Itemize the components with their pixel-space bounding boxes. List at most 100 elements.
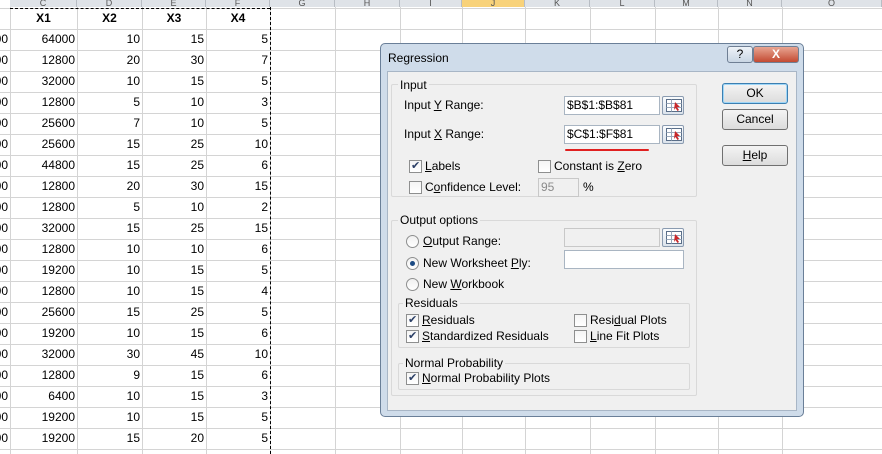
left-column-fragment[interactable]: 00 bbox=[0, 344, 10, 365]
table-cell[interactable]: 15 bbox=[142, 281, 206, 302]
table-cell[interactable]: 20 bbox=[77, 176, 142, 197]
table-cell[interactable]: 25 bbox=[142, 155, 206, 176]
dialog-titlebar[interactable]: Regression ? X bbox=[381, 44, 803, 71]
left-column-fragment[interactable]: 00 bbox=[0, 260, 10, 281]
table-cell[interactable]: 12800 bbox=[10, 176, 77, 197]
table-cell[interactable]: 12800 bbox=[10, 197, 77, 218]
table-cell[interactable]: 7 bbox=[206, 50, 270, 71]
table-cell[interactable]: 5 bbox=[206, 302, 270, 323]
table-cell[interactable]: 10 bbox=[77, 260, 142, 281]
left-column-fragment[interactable]: 00 bbox=[0, 218, 10, 239]
table-cell[interactable]: 6400 bbox=[10, 449, 77, 454]
table-cell[interactable]: 5 bbox=[206, 260, 270, 281]
left-column-fragment[interactable]: 00 bbox=[0, 92, 10, 113]
left-column-fragment[interactable]: 00 bbox=[0, 386, 10, 407]
table-cell[interactable]: 15 bbox=[142, 29, 206, 50]
labels-checkbox[interactable] bbox=[409, 159, 422, 173]
left-column-fragment[interactable]: 00 bbox=[0, 50, 10, 71]
left-column-fragment[interactable]: 00 bbox=[0, 281, 10, 302]
left-column-fragment[interactable]: 00 bbox=[0, 176, 10, 197]
table-cell[interactable]: 10 bbox=[142, 113, 206, 134]
residual-plots-checkbox[interactable] bbox=[574, 314, 587, 327]
left-column-fragment[interactable]: 00 bbox=[0, 239, 10, 260]
new-workbook-radio[interactable] bbox=[406, 278, 419, 291]
table-cell[interactable]: 10 bbox=[77, 407, 142, 428]
table-cell[interactable]: 15 bbox=[77, 302, 142, 323]
table-cell[interactable]: 15 bbox=[142, 260, 206, 281]
table-cell[interactable]: 10 bbox=[77, 281, 142, 302]
column-header-j[interactable]: J bbox=[462, 0, 525, 7]
input-y-range-field[interactable]: $B$1:$B$81 bbox=[564, 96, 660, 115]
table-cell[interactable]: 10 bbox=[77, 323, 142, 344]
table-cell[interactable]: 5 bbox=[77, 92, 142, 113]
table-cell[interactable]: 12800 bbox=[10, 92, 77, 113]
input-x-range-field[interactable]: $C$1:$F$81 bbox=[564, 125, 660, 144]
table-cell[interactable]: 2 bbox=[206, 197, 270, 218]
table-cell[interactable]: 10 bbox=[77, 71, 142, 92]
table-cell[interactable]: 15 bbox=[142, 323, 206, 344]
column-header-c[interactable]: C bbox=[10, 0, 77, 7]
output-range-radio[interactable] bbox=[406, 235, 419, 248]
table-cell[interactable]: 25 bbox=[142, 134, 206, 155]
left-column-fragment[interactable]: 00 bbox=[0, 71, 10, 92]
left-column-fragment[interactable]: 00 bbox=[0, 407, 10, 428]
table-header-x4[interactable]: X4 bbox=[206, 8, 270, 29]
column-header-l[interactable]: L bbox=[590, 0, 655, 7]
regression-dialog[interactable]: Regression ? X Input Input Y Range: $B$1… bbox=[380, 43, 804, 417]
left-column-fragment[interactable]: 00 bbox=[0, 155, 10, 176]
left-column-fragment[interactable]: 00 bbox=[0, 323, 10, 344]
table-cell[interactable]: 64000 bbox=[10, 29, 77, 50]
table-cell[interactable]: 3 bbox=[206, 92, 270, 113]
table-cell[interactable]: 10 bbox=[77, 386, 142, 407]
table-cell[interactable]: 6 bbox=[206, 155, 270, 176]
table-cell[interactable]: 12800 bbox=[10, 281, 77, 302]
column-header-o[interactable]: O bbox=[782, 0, 882, 7]
table-cell[interactable]: 5 bbox=[206, 428, 270, 449]
new-worksheet-ply-field[interactable] bbox=[564, 250, 684, 269]
table-cell[interactable]: 15 bbox=[206, 176, 270, 197]
line-fit-plots-checkbox[interactable] bbox=[574, 330, 587, 343]
table-cell[interactable]: 5 bbox=[206, 113, 270, 134]
table-cell[interactable]: 15 bbox=[77, 428, 142, 449]
table-cell[interactable]: 20 bbox=[142, 428, 206, 449]
left-column-fragment[interactable]: 00 bbox=[0, 134, 10, 155]
table-cell[interactable]: 10 bbox=[77, 29, 142, 50]
left-column-fragment[interactable]: 00 bbox=[0, 449, 10, 454]
ok-button[interactable]: OK bbox=[722, 83, 788, 104]
table-cell[interactable]: 10 bbox=[206, 134, 270, 155]
left-column-fragment[interactable]: 00 bbox=[0, 302, 10, 323]
column-header-m[interactable]: M bbox=[655, 0, 718, 7]
table-cell[interactable]: 3 bbox=[206, 386, 270, 407]
table-cell[interactable]: 12800 bbox=[10, 365, 77, 386]
table-cell[interactable]: 6 bbox=[206, 239, 270, 260]
table-cell[interactable]: 15 bbox=[142, 365, 206, 386]
table-cell[interactable]: 15 bbox=[77, 155, 142, 176]
table-cell[interactable]: 6400 bbox=[10, 386, 77, 407]
table-cell[interactable]: 25600 bbox=[10, 134, 77, 155]
table-cell[interactable]: 25600 bbox=[10, 302, 77, 323]
column-header-k[interactable]: K bbox=[525, 0, 590, 7]
table-cell[interactable]: 30 bbox=[77, 344, 142, 365]
table-cell[interactable]: 7 bbox=[77, 113, 142, 134]
table-cell[interactable]: 19200 bbox=[10, 323, 77, 344]
table-cell[interactable]: 15 bbox=[77, 134, 142, 155]
column-header-n[interactable]: N bbox=[718, 0, 782, 7]
table-cell[interactable]: 5 bbox=[206, 71, 270, 92]
table-cell[interactable]: 10 bbox=[77, 239, 142, 260]
table-cell[interactable]: 32000 bbox=[10, 71, 77, 92]
table-cell[interactable]: 19200 bbox=[10, 260, 77, 281]
table-cell[interactable]: 25 bbox=[142, 218, 206, 239]
table-cell[interactable]: 15 bbox=[142, 407, 206, 428]
column-header-f[interactable]: F bbox=[206, 0, 270, 7]
help-button[interactable]: Help bbox=[722, 145, 788, 166]
table-cell[interactable]: 12800 bbox=[10, 239, 77, 260]
residuals-checkbox[interactable] bbox=[406, 313, 419, 327]
table-cell[interactable]: 10 bbox=[142, 92, 206, 113]
standardized-residuals-checkbox[interactable] bbox=[406, 329, 419, 343]
table-cell[interactable]: 9 bbox=[77, 365, 142, 386]
table-cell[interactable]: 5 bbox=[77, 197, 142, 218]
cancel-button[interactable]: Cancel bbox=[722, 109, 788, 130]
table-cell[interactable]: 6 bbox=[206, 365, 270, 386]
table-cell[interactable]: 15 bbox=[77, 218, 142, 239]
table-header-x1[interactable]: X1 bbox=[10, 8, 77, 29]
